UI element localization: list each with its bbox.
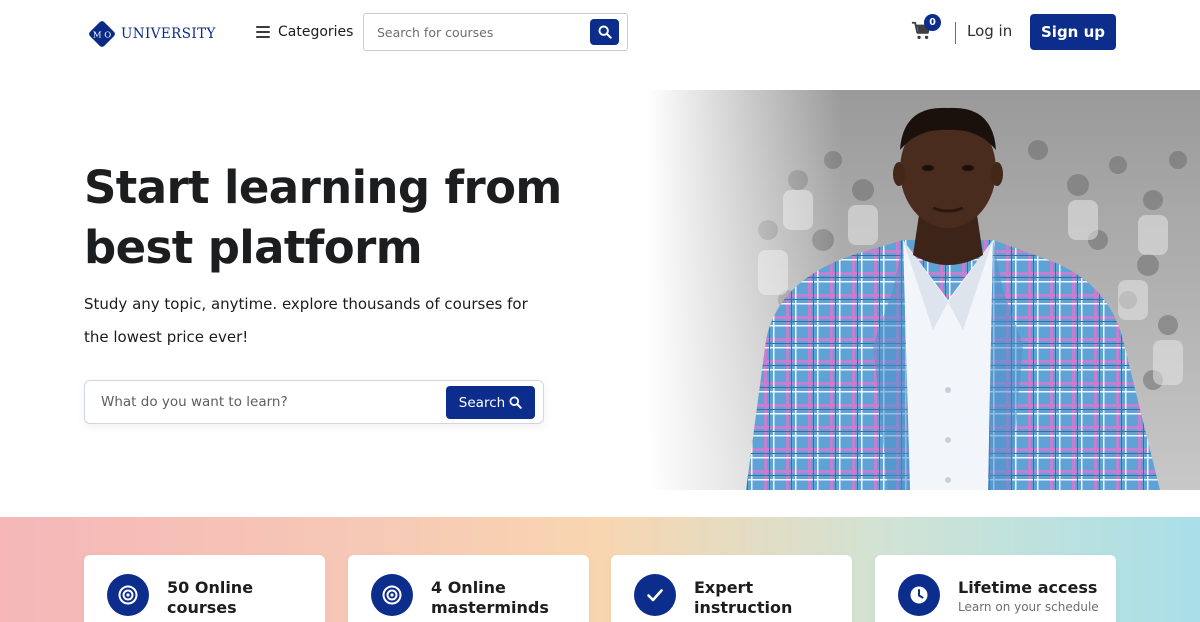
hero-title: Start learning from best platform xyxy=(84,161,562,274)
search-icon xyxy=(598,25,612,39)
target-icon xyxy=(371,574,413,616)
hero-search-button-label: Search xyxy=(458,394,506,411)
hero-instructor-photo xyxy=(648,90,1200,490)
search-icon xyxy=(509,396,522,409)
hamburger-menu-icon xyxy=(256,26,270,38)
feature-card-courses: 50 Online courses xyxy=(84,555,325,622)
header-search-input[interactable] xyxy=(364,14,584,50)
hero-search-box: Search xyxy=(84,380,544,424)
logo-text: UNIVERSITY xyxy=(121,26,216,42)
signup-button[interactable]: Sign up xyxy=(1030,14,1116,50)
check-icon xyxy=(634,574,676,616)
site-logo[interactable]: M O UNIVERSITY xyxy=(86,18,216,50)
header-search-button[interactable] xyxy=(590,19,619,45)
hero-search-input[interactable] xyxy=(85,381,440,423)
login-link[interactable]: Log in xyxy=(967,22,1012,40)
logo-diamond-icon: M O xyxy=(86,18,118,50)
top-navbar: M O UNIVERSITY Categories 0 Log in Sign … xyxy=(0,0,1200,64)
categories-menu-button[interactable]: Categories xyxy=(256,20,353,44)
feature-title: Lifetime access xyxy=(958,578,1098,597)
header-divider xyxy=(955,22,956,44)
logo-mark-text: M O xyxy=(93,31,111,41)
feature-title: 50 Online courses xyxy=(167,578,254,617)
features-band: 50 Online courses 4 Online masterminds E… xyxy=(0,517,1200,622)
hero-subtitle: Study any topic, anytime. explore thousa… xyxy=(84,295,528,346)
feature-title: 4 Online masterminds xyxy=(431,578,549,617)
feature-subtitle: Learn on your schedule xyxy=(958,600,1099,614)
clock-icon xyxy=(898,574,940,616)
feature-card-lifetime: Lifetime access Learn on your schedule xyxy=(875,555,1116,622)
cart-count-badge: 0 xyxy=(924,14,941,31)
feature-card-instruction: Expert instruction xyxy=(611,555,852,622)
target-icon xyxy=(107,574,149,616)
categories-label: Categories xyxy=(278,24,354,40)
header-search-box xyxy=(363,13,628,51)
hero-search-button[interactable]: Search xyxy=(446,386,535,419)
feature-title: Expert instruction xyxy=(694,578,793,617)
feature-card-masterminds: 4 Online masterminds xyxy=(348,555,589,622)
